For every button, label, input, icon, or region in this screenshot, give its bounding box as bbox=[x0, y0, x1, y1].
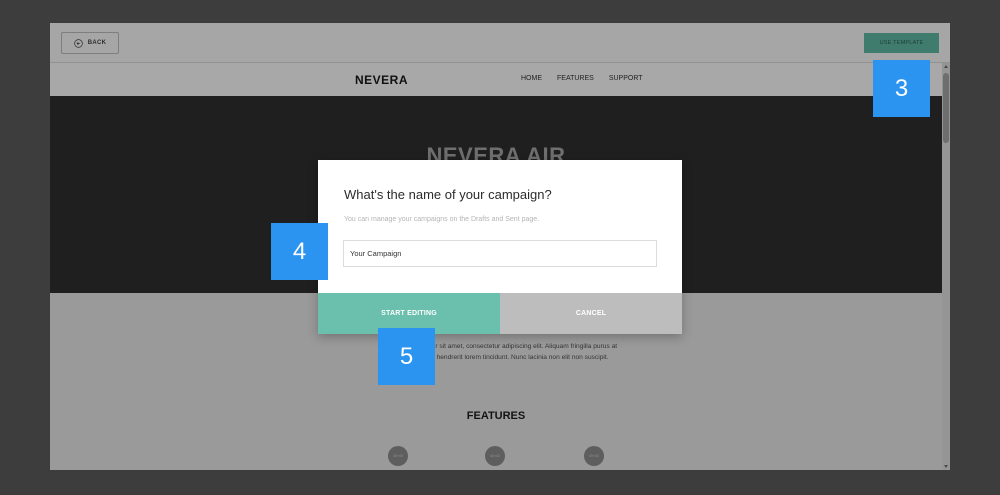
feature-icon-placeholder: 40×40 bbox=[584, 446, 604, 466]
feature-icon-placeholder: 40×40 bbox=[485, 446, 505, 466]
nav-link-features[interactable]: FEATURES bbox=[557, 75, 594, 82]
scroll-thumb[interactable] bbox=[943, 73, 949, 143]
site-header: NEVERA HOME FEATURES SUPPORT bbox=[50, 63, 942, 96]
step-badge-4: 4 bbox=[271, 223, 328, 280]
step-badge-5: 5 bbox=[378, 328, 435, 385]
scroll-down-arrow-icon[interactable] bbox=[944, 465, 948, 468]
campaign-name-input[interactable] bbox=[343, 240, 657, 267]
nav-link-support[interactable]: SUPPORT bbox=[609, 75, 643, 82]
features-title: FEATURES bbox=[466, 410, 526, 422]
cancel-button[interactable]: CANCEL bbox=[500, 293, 682, 334]
dialog-subtitle: You can manage your campaigns on the Dra… bbox=[344, 216, 540, 223]
editor-topbar: BACK USE TEMPLATE bbox=[50, 23, 950, 63]
scroll-up-arrow-icon[interactable] bbox=[944, 65, 948, 68]
step-badge-3: 3 bbox=[873, 60, 930, 117]
use-template-button[interactable]: USE TEMPLATE bbox=[864, 33, 939, 53]
feature-icon-placeholder: 40×40 bbox=[388, 446, 408, 466]
back-label: BACK bbox=[87, 40, 107, 46]
back-button[interactable]: BACK bbox=[61, 32, 119, 54]
site-logo: NEVERA bbox=[355, 73, 409, 87]
campaign-name-dialog: What's the name of your campaign? You ca… bbox=[318, 160, 682, 334]
site-nav-links: HOME FEATURES SUPPORT bbox=[521, 75, 643, 82]
dialog-title: What's the name of your campaign? bbox=[344, 187, 552, 202]
arrow-left-circle-icon bbox=[73, 38, 83, 48]
vertical-scrollbar[interactable] bbox=[942, 63, 950, 470]
nav-link-home[interactable]: HOME bbox=[521, 75, 542, 82]
